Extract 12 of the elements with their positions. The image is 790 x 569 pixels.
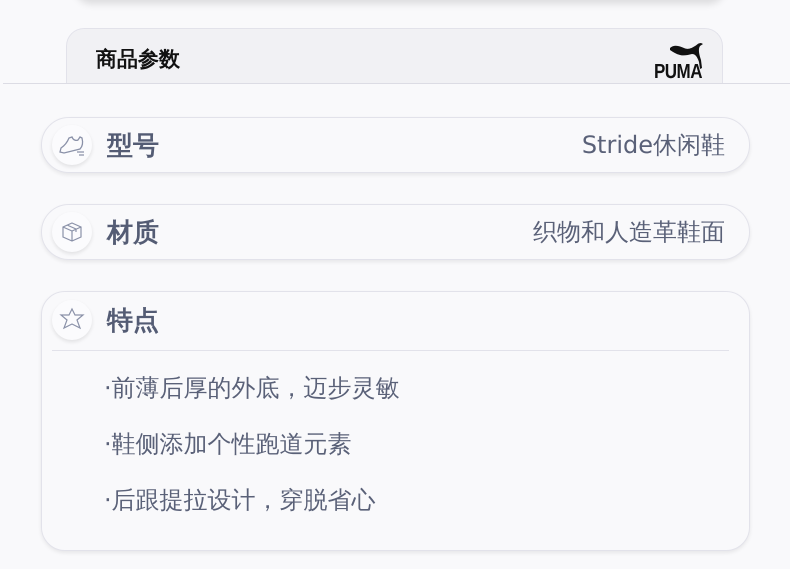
parameter-label: 特点 <box>107 304 159 338</box>
parameter-value: 织物和人造革鞋面 <box>533 217 725 248</box>
section-title: 商品参数 <box>96 46 180 73</box>
parameter-label: 型号 <box>107 130 159 162</box>
brand-logo-text: PUMA <box>654 60 702 84</box>
feature-text: ·后跟提拉设计，穿脱省心 <box>104 485 377 516</box>
sneaker-icon <box>58 133 86 157</box>
box-icon <box>61 221 83 243</box>
feature-text: ·鞋侧添加个性跑道元素 <box>104 429 353 460</box>
parameter-value: Stride休闲鞋 <box>582 130 725 161</box>
parameter-label: 材质 <box>107 216 159 250</box>
feature-text: ·前薄后厚的外底，迈步灵敏 <box>104 373 401 404</box>
